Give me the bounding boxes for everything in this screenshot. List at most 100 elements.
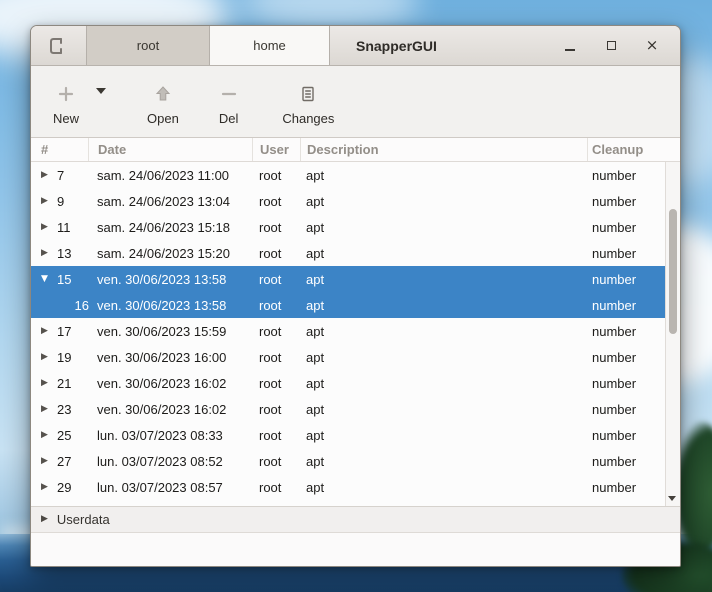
- snapshot-number: 19: [57, 350, 71, 365]
- table-header: # Date User Description Cleanup: [31, 138, 680, 162]
- titlebar[interactable]: root home SnapperGUI ×: [31, 26, 680, 66]
- column-header-cleanup[interactable]: Cleanup: [588, 138, 680, 161]
- snapshot-cleanup: number: [588, 350, 665, 365]
- instance-tabs: root home: [86, 26, 330, 65]
- row-expander-icon[interactable]: ▶: [41, 197, 53, 206]
- table-row[interactable]: 16 ven. 30/06/2023 13:58 root apt number: [31, 292, 665, 318]
- table-row[interactable]: ▶ 11 sam. 24/06/2023 15:18 root apt numb…: [31, 214, 665, 240]
- snapshot-date: ven. 30/06/2023 13:58: [89, 272, 253, 287]
- snapshot-number: 25: [57, 428, 71, 443]
- snapshot-number: 7: [57, 168, 64, 183]
- table-row[interactable]: ▶ 19 ven. 30/06/2023 16:00 root apt numb…: [31, 344, 665, 370]
- row-expander-icon[interactable]: ▶: [41, 405, 53, 414]
- changes-button[interactable]: Changes: [274, 82, 342, 128]
- table-row[interactable]: ▶ 13 sam. 24/06/2023 15:20 root apt numb…: [31, 240, 665, 266]
- table-row[interactable]: ▶ 23 ven. 30/06/2023 16:02 root apt numb…: [31, 396, 665, 422]
- table-row[interactable]: ▶ 17 ven. 30/06/2023 15:59 root apt numb…: [31, 318, 665, 344]
- snapshot-user: root: [253, 298, 301, 313]
- userdata-expander[interactable]: ▶ Userdata: [31, 506, 680, 533]
- tab-root[interactable]: root: [86, 26, 210, 65]
- snapshot-cleanup: number: [588, 246, 665, 261]
- snapshot-user: root: [253, 220, 301, 235]
- snapshot-number: 13: [57, 246, 71, 261]
- document-lines-icon: [299, 84, 317, 104]
- column-header-number[interactable]: #: [31, 138, 89, 161]
- snapshot-date: sam. 24/06/2023 13:04: [89, 194, 253, 209]
- scrollbar-thumb[interactable]: [669, 209, 677, 334]
- snapshot-description: apt: [301, 220, 588, 235]
- close-button[interactable]: ×: [644, 38, 660, 54]
- snapshot-user: root: [253, 402, 301, 417]
- scrollbar[interactable]: [665, 162, 680, 506]
- snapshot-description: apt: [301, 324, 588, 339]
- snapshot-description: apt: [301, 480, 588, 495]
- snapshot-description: apt: [301, 454, 588, 469]
- column-header-user[interactable]: User: [253, 138, 301, 161]
- row-expander-icon[interactable]: ▼: [41, 275, 53, 284]
- snapshot-description: apt: [301, 376, 588, 391]
- snapshot-number: 29: [57, 480, 71, 495]
- row-expander-icon[interactable]: ▶: [41, 483, 53, 492]
- snapshot-user: root: [253, 272, 301, 287]
- window-controls: ×: [562, 26, 680, 65]
- table-row[interactable]: ▶ 7 sam. 24/06/2023 11:00 root apt numbe…: [31, 162, 665, 188]
- snapshot-cleanup: number: [588, 168, 665, 183]
- tab-home[interactable]: home: [210, 26, 330, 65]
- scroll-down-icon: [668, 496, 676, 501]
- close-icon: ×: [646, 38, 659, 53]
- snapshot-user: root: [253, 324, 301, 339]
- table-row[interactable]: ▶ 29 lun. 03/07/2023 08:57 root apt numb…: [31, 474, 665, 500]
- changes-button-label: Changes: [282, 111, 334, 126]
- snapshot-date: ven. 30/06/2023 16:00: [89, 350, 253, 365]
- row-expander-icon[interactable]: ▶: [41, 171, 53, 180]
- del-button[interactable]: Del: [211, 82, 247, 128]
- snapshot-cleanup: number: [588, 454, 665, 469]
- snapshot-number: 15: [57, 272, 71, 287]
- snapshot-date: sam. 24/06/2023 15:20: [89, 246, 253, 261]
- snappergui-window: root home SnapperGUI × New: [30, 25, 681, 567]
- new-dropdown-button[interactable]: [91, 84, 111, 98]
- snapshot-number: 17: [57, 324, 71, 339]
- snapshot-number: 21: [57, 376, 71, 391]
- row-expander-icon[interactable]: ▶: [41, 457, 53, 466]
- row-expander-icon[interactable]: ▶: [41, 327, 53, 336]
- snapshot-cleanup: number: [588, 298, 665, 313]
- maximize-button[interactable]: [603, 38, 619, 54]
- plus-icon: [57, 84, 75, 104]
- snapshot-date: ven. 30/06/2023 16:02: [89, 402, 253, 417]
- table-row[interactable]: ▶ 27 lun. 03/07/2023 08:52 root apt numb…: [31, 448, 665, 474]
- new-button-label: New: [53, 111, 79, 126]
- snapshot-number: 16: [75, 298, 89, 313]
- snapshot-description: apt: [301, 428, 588, 443]
- table-row[interactable]: ▶ 21 ven. 30/06/2023 16:02 root apt numb…: [31, 370, 665, 396]
- snapshot-number: 9: [57, 194, 64, 209]
- chevron-down-icon: [96, 88, 106, 94]
- open-up-arrow-icon: [154, 84, 172, 104]
- minimize-button[interactable]: [562, 38, 578, 54]
- column-header-description[interactable]: Description: [301, 138, 588, 161]
- row-expander-icon[interactable]: ▶: [41, 379, 53, 388]
- column-header-date[interactable]: Date: [89, 138, 253, 161]
- new-button[interactable]: New: [45, 82, 87, 128]
- row-expander-icon[interactable]: ▶: [41, 223, 53, 232]
- row-expander-icon[interactable]: ▶: [41, 431, 53, 440]
- snapshot-date: sam. 24/06/2023 11:00: [89, 168, 253, 183]
- snapshot-cleanup: number: [588, 376, 665, 391]
- table-row[interactable]: ▶ 25 lun. 03/07/2023 08:33 root apt numb…: [31, 422, 665, 448]
- window-title: SnapperGUI: [356, 38, 437, 54]
- snapshot-user: root: [253, 428, 301, 443]
- snapshot-user: root: [253, 480, 301, 495]
- snapshot-cleanup: number: [588, 402, 665, 417]
- open-button[interactable]: Open: [139, 82, 187, 128]
- table-row[interactable]: ▼ 15 ven. 30/06/2023 13:58 root apt numb…: [31, 266, 665, 292]
- row-expander-icon[interactable]: ▶: [41, 249, 53, 258]
- snapshot-list: ▶ 7 sam. 24/06/2023 11:00 root apt numbe…: [31, 162, 680, 506]
- snapshot-user: root: [253, 454, 301, 469]
- toolbar: New Open Del: [31, 66, 680, 138]
- table-row[interactable]: ▶ 9 sam. 24/06/2023 13:04 root apt numbe…: [31, 188, 665, 214]
- snapshot-cleanup: number: [588, 480, 665, 495]
- scroll-down-button[interactable]: [667, 494, 677, 502]
- row-expander-icon[interactable]: ▶: [41, 353, 53, 362]
- expander-icon: ▶: [41, 515, 48, 524]
- snapshot-description: apt: [301, 298, 588, 313]
